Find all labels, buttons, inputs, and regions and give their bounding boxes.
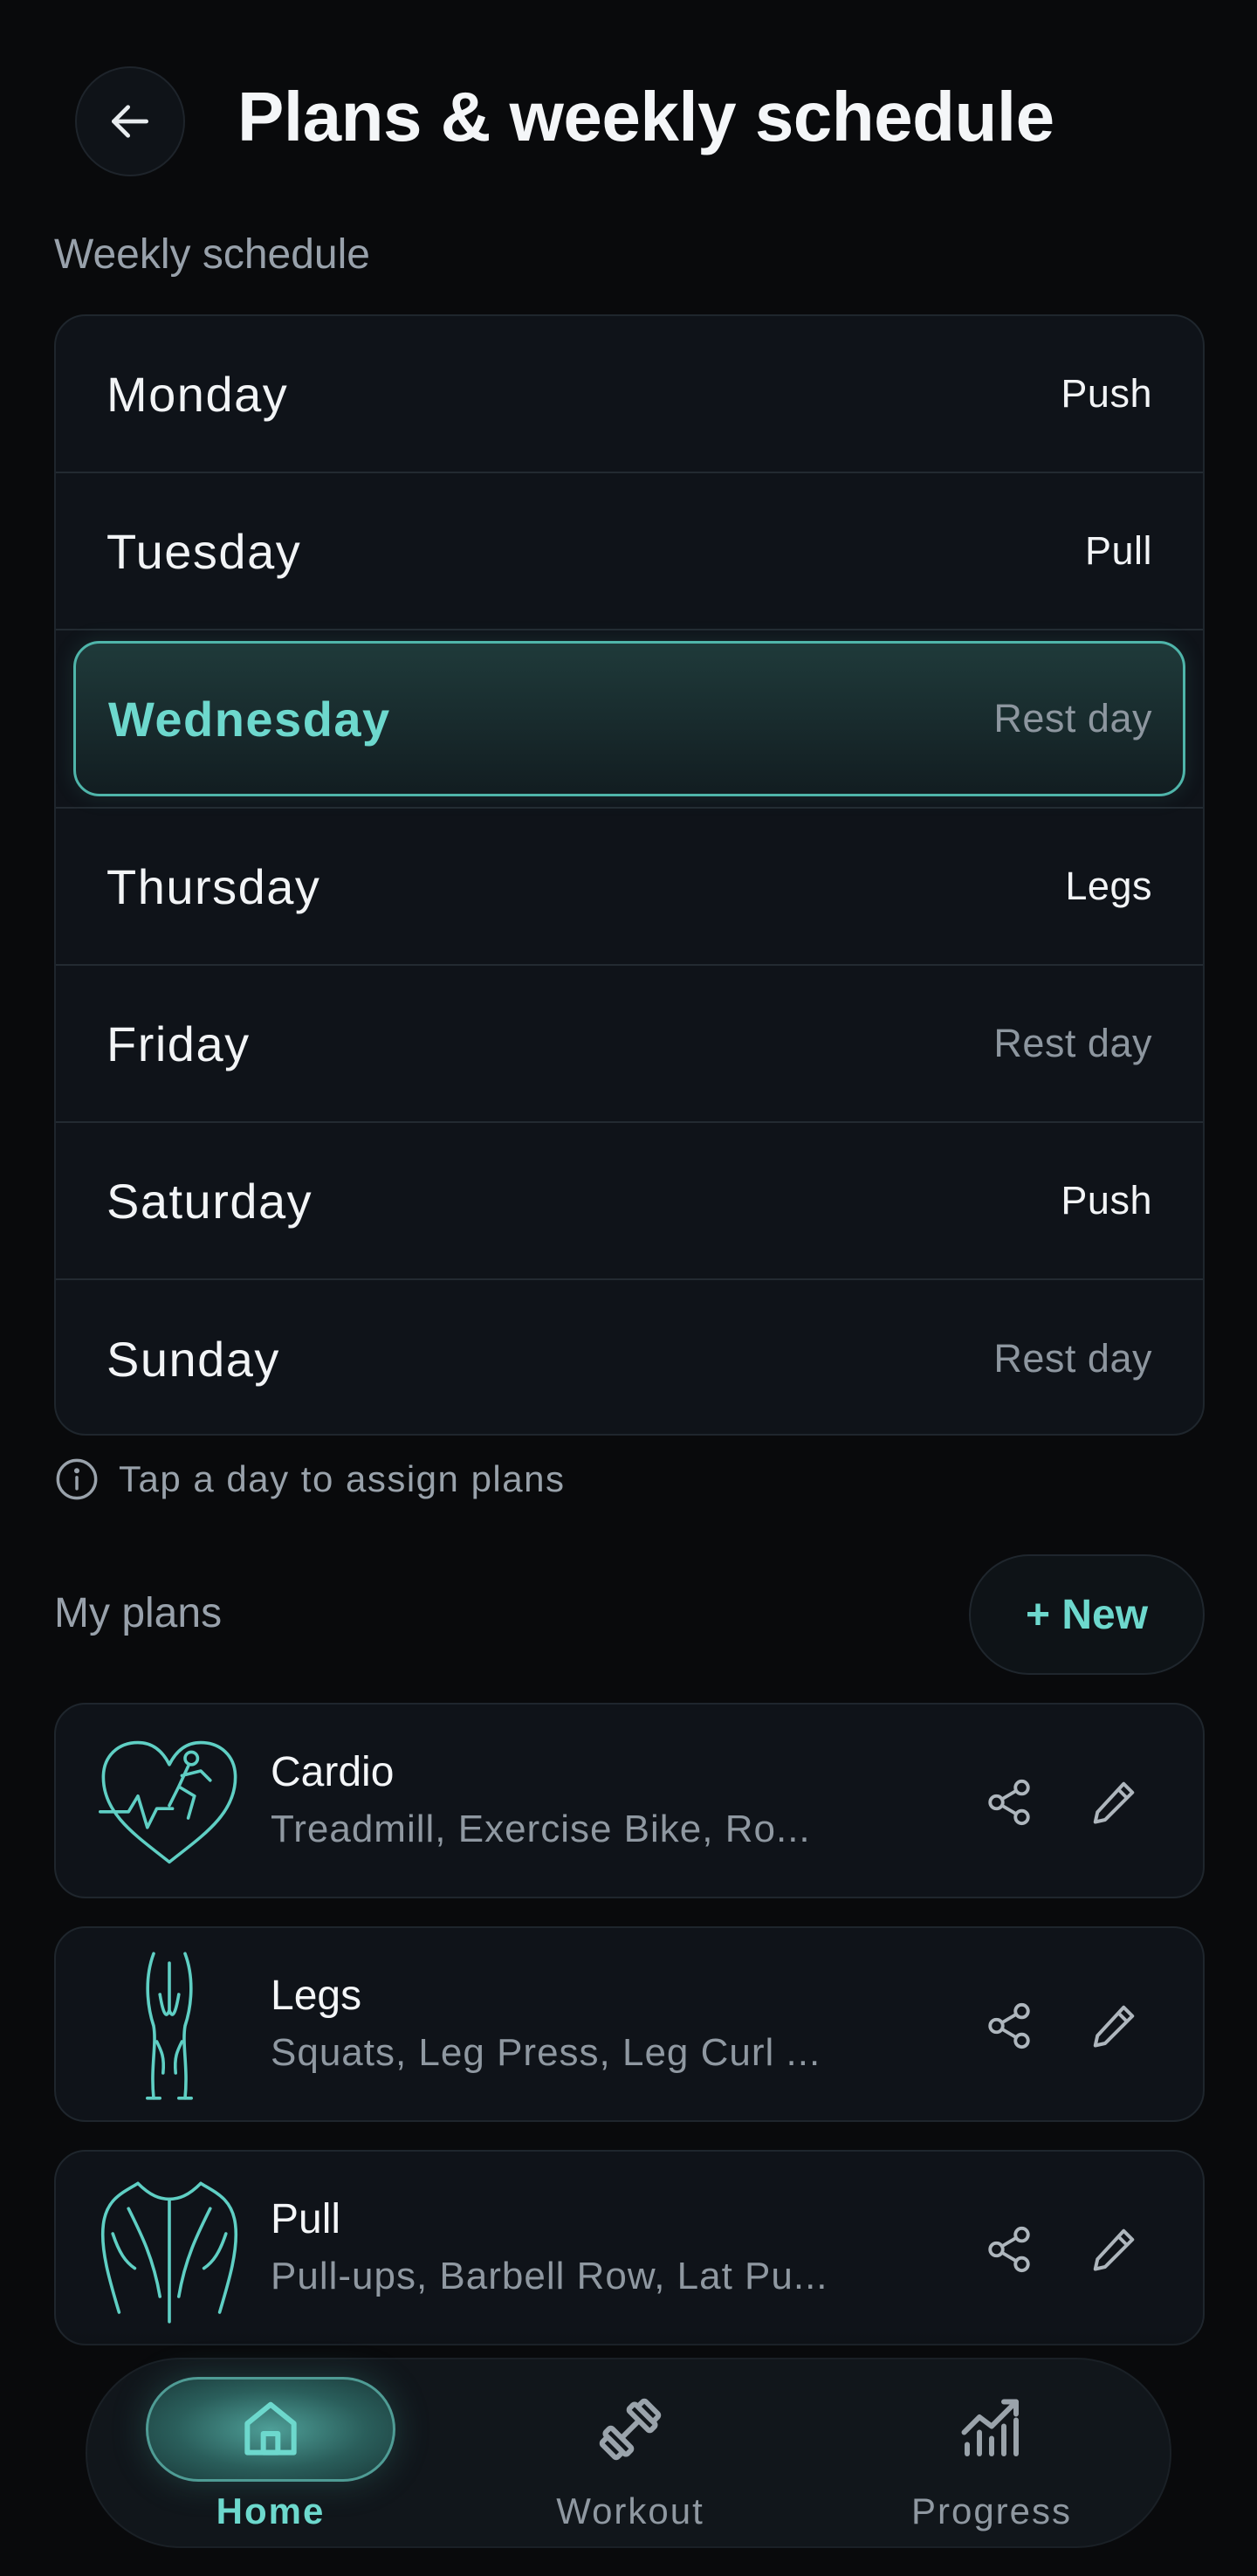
day-row-tuesday[interactable]: Tuesday Pull [56, 473, 1203, 630]
day-plan: Rest day [993, 696, 1152, 740]
day-plan: Rest day [993, 1336, 1152, 1381]
nav-active-pill [146, 2377, 395, 2482]
plan-card-pull[interactable]: Pull Pull-ups, Barbell Row, Lat Pu... [54, 2150, 1205, 2345]
day-row-thursday[interactable]: Thursday Legs [56, 809, 1203, 966]
day-plan: Push [1061, 371, 1152, 416]
arrow-left-icon [112, 105, 149, 138]
dumbbell-icon [599, 2398, 662, 2461]
share-icon [988, 2226, 1030, 2273]
day-row-wednesday[interactable]: Wednesday Rest day [56, 630, 1203, 809]
edit-button[interactable] [1065, 1977, 1163, 2075]
nav-item-home[interactable]: Home [140, 2359, 402, 2550]
home-icon [244, 2401, 297, 2455]
edit-button[interactable] [1065, 2201, 1163, 2298]
hint-text: Tap a day to assign plans [119, 1458, 566, 1499]
new-plan-button[interactable]: + New [969, 1554, 1205, 1675]
weekly-schedule-label: Weekly schedule [54, 231, 370, 278]
day-name: Sunday [106, 1331, 280, 1387]
pencil-icon [1093, 1781, 1135, 1824]
my-plans-label: My plans [54, 1590, 223, 1636]
schedule-hint: Tap a day to assign plans [54, 1457, 565, 1502]
nav-item-progress[interactable]: Progress [861, 2359, 1123, 2550]
day-row-monday[interactable]: Monday Push [56, 316, 1203, 473]
day-name: Monday [106, 366, 289, 422]
pencil-icon [1093, 2005, 1135, 2048]
nav-item-workout[interactable]: Workout [499, 2359, 761, 2550]
back-muscle-icon [100, 2181, 238, 2324]
plan-exercises: Treadmill, Exercise Bike, Ro... [271, 1808, 811, 1850]
legs-muscle-icon [146, 1952, 193, 2100]
chart-icon [961, 2399, 1019, 2456]
day-plan: Rest day [993, 1021, 1152, 1065]
day-name: Tuesday [106, 523, 302, 579]
nav-label: Home [216, 2490, 326, 2531]
nav-label: Workout [556, 2490, 704, 2531]
plan-exercises: Pull-ups, Barbell Row, Lat Pu... [271, 2255, 828, 2297]
day-plan: Pull [1084, 528, 1152, 573]
pencil-icon [1093, 2228, 1135, 2271]
share-button[interactable] [960, 1977, 1058, 2075]
plan-card-legs[interactable]: Legs Squats, Leg Press, Leg Curl ... [54, 1926, 1205, 2122]
page-title: Plans & weekly schedule [237, 78, 1054, 155]
share-button[interactable] [960, 1753, 1058, 1851]
edit-button[interactable] [1065, 1753, 1163, 1851]
day-row-friday[interactable]: Friday Rest day [56, 966, 1203, 1123]
day-plan: Push [1061, 1178, 1152, 1223]
day-plan: Legs [1065, 864, 1152, 908]
plan-name: Legs [271, 1973, 362, 2019]
share-button[interactable] [960, 2201, 1058, 2298]
share-icon [988, 2002, 1030, 2049]
plan-card-cardio[interactable]: Cardio Treadmill, Exercise Bike, Ro... [54, 1703, 1205, 1898]
nav-pill [867, 2377, 1116, 2482]
day-row-sunday[interactable]: Sunday Rest day [56, 1280, 1203, 1434]
weekly-schedule-card: Monday Push Tuesday Pull Wednesday Rest … [54, 314, 1205, 1436]
plan-name: Cardio [271, 1749, 395, 1795]
back-button[interactable] [75, 66, 185, 176]
day-row-saturday[interactable]: Saturday Push [56, 1123, 1203, 1280]
day-name: Friday [106, 1016, 251, 1071]
plan-name: Pull [271, 2196, 341, 2242]
info-icon [56, 1458, 98, 1500]
day-name: Wednesday [108, 691, 391, 747]
bottom-nav: Home Workout Progress [86, 2358, 1171, 2548]
share-icon [988, 1779, 1030, 1826]
day-name: Thursday [106, 858, 321, 914]
nav-label: Progress [910, 2490, 1073, 2531]
day-name: Saturday [106, 1173, 313, 1229]
plan-exercises: Squats, Leg Press, Leg Curl ... [271, 2031, 821, 2074]
heart-runner-icon [99, 1740, 237, 1864]
nav-pill [505, 2377, 755, 2482]
plans-screen: Plans & weekly schedule Weekly schedule … [0, 0, 1257, 2576]
